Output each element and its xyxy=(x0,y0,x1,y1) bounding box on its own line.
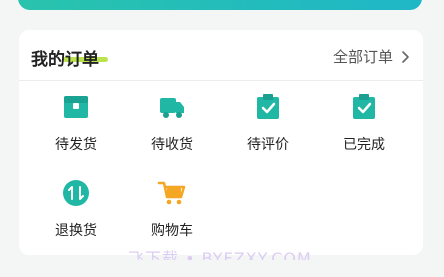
order-status-completed[interactable]: 已完成 xyxy=(324,92,404,154)
truck-icon xyxy=(160,98,184,118)
all-orders-label: 全部订单 xyxy=(332,48,393,66)
orders-card: 我的订单 全部订单 待发货 待收货 待评价 已完成 退换货 购物车 xyxy=(19,30,423,255)
order-status-label: 购物车 xyxy=(151,223,193,239)
order-status-pending-receipt[interactable]: 待收货 xyxy=(132,92,212,154)
top-banner xyxy=(18,0,422,10)
shopping-cart[interactable]: 购物车 xyxy=(132,178,212,240)
order-status-returns[interactable]: 退换货 xyxy=(36,178,116,240)
cart-icon xyxy=(157,181,186,205)
order-status-pending-shipment[interactable]: 待发货 xyxy=(36,92,116,154)
orders-card-header: 我的订单 全部订单 xyxy=(19,30,423,81)
order-status-label: 待收货 xyxy=(151,137,193,153)
box-icon xyxy=(64,96,88,118)
order-status-pending-review[interactable]: 待评价 xyxy=(228,92,308,154)
clipboard-check-icon xyxy=(353,94,375,119)
order-status-label: 待发货 xyxy=(55,137,97,153)
section-title: 我的订单 xyxy=(31,50,99,70)
bottom-strip xyxy=(0,260,444,277)
title-wrap: 我的订单 xyxy=(31,45,108,70)
order-status-label: 已完成 xyxy=(343,137,385,153)
exchange-icon xyxy=(63,180,89,206)
order-status-label: 待评价 xyxy=(247,137,289,153)
order-status-label: 退换货 xyxy=(55,223,97,239)
chevron-right-icon xyxy=(402,50,409,63)
all-orders-link[interactable]: 全部订单 xyxy=(333,46,413,67)
clipboard-check-icon xyxy=(257,94,279,119)
